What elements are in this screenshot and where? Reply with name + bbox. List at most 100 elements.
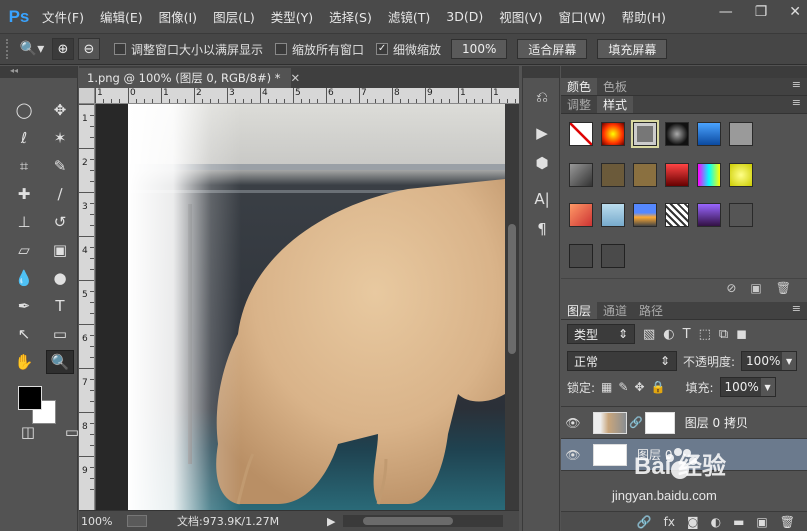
tab-channels[interactable]: 通道 — [597, 302, 634, 319]
lock-all-icon[interactable]: 🔒 — [651, 380, 666, 394]
style-swatch[interactable] — [665, 162, 689, 187]
eyedropper-icon[interactable]: ✎ — [46, 154, 74, 178]
opacity-field[interactable]: 100% ▼ — [741, 351, 798, 371]
fit-screen-button[interactable]: 适合屏幕 — [517, 39, 588, 59]
delete-layer-icon[interactable]: 🗑 — [780, 515, 795, 529]
style-none-swatch[interactable] — [569, 122, 593, 146]
collapse-icon[interactable] — [523, 66, 559, 78]
quick-mask-icon[interactable]: ◫ — [14, 420, 42, 444]
lock-pixels-icon[interactable]: ✎ — [618, 380, 628, 394]
ruler-origin[interactable] — [79, 88, 95, 104]
scrubby-zoom-checkbox[interactable]: ✓ 细微缩放 — [376, 41, 441, 58]
style-swatch[interactable] — [601, 243, 625, 268]
menu-edit[interactable]: 编辑(E) — [92, 7, 151, 26]
pen-tool-icon[interactable]: ✒ — [10, 294, 38, 318]
new-style-icon[interactable]: ▣ — [750, 281, 761, 295]
delete-style-icon[interactable]: 🗑 — [776, 281, 791, 295]
actions-play-icon[interactable]: ▶ — [527, 122, 557, 144]
3d-icon[interactable]: ⬢ — [527, 152, 557, 174]
healing-brush-icon[interactable]: ✚ — [10, 182, 38, 206]
layer-row[interactable]: 👁 图层 0 — [561, 439, 807, 471]
brush-tool-icon[interactable]: ∕ — [46, 182, 74, 206]
layer-kind-select[interactable]: 类型 ⇕ — [567, 324, 635, 344]
zoom-out-icon[interactable]: ⊖ — [78, 38, 100, 60]
menu-filter[interactable]: 滤镜(T) — [380, 7, 438, 26]
menu-3d[interactable]: 3D(D) — [438, 9, 491, 24]
visibility-eye-icon[interactable]: 👁 — [561, 416, 585, 430]
menu-layer[interactable]: 图层(L) — [205, 7, 263, 26]
style-swatch[interactable] — [631, 120, 659, 148]
style-swatch[interactable] — [665, 203, 689, 227]
tab-color[interactable]: 颜色 — [561, 78, 598, 95]
close-button[interactable]: ✕ — [789, 4, 801, 20]
link-layers-icon[interactable]: 🔗 — [637, 515, 652, 529]
dodge-tool-icon[interactable]: ● — [46, 266, 74, 290]
move-tool-icon[interactable]: ✥ — [46, 98, 74, 122]
menu-image[interactable]: 图像(I) — [151, 7, 205, 26]
zoom-tool-icon[interactable]: 🔍 — [46, 350, 74, 374]
rectangle-tool-icon[interactable]: ▭ — [46, 322, 74, 346]
path-select-icon[interactable]: ↖ — [10, 322, 38, 346]
style-swatch[interactable] — [729, 162, 753, 187]
filter-shape-icon[interactable]: ⬚ — [699, 327, 711, 342]
foreground-color-swatch[interactable] — [18, 386, 42, 410]
document-tab[interactable]: 1.png @ 100% (图层 0, RGB/8#) * ✕ — [79, 68, 300, 88]
zoom-all-windows-checkbox[interactable]: 缩放所有窗口 — [275, 41, 364, 58]
style-swatch[interactable] — [569, 203, 593, 227]
vertical-ruler[interactable]: 1 2 3 4 5 6 7 8 9 — [79, 104, 95, 510]
eraser-tool-icon[interactable]: ▱ — [10, 238, 38, 262]
style-swatch[interactable] — [729, 203, 753, 227]
document-size[interactable]: 文档:973.9K/1.27M — [177, 513, 327, 529]
blend-mode-select[interactable]: 正常 ⇕ — [567, 351, 677, 371]
options-grip[interactable] — [6, 39, 14, 59]
zoom-in-icon[interactable]: ⊕ — [52, 38, 74, 60]
link-chain-icon[interactable]: 🔗 — [629, 416, 643, 429]
magic-wand-icon[interactable]: ✶ — [46, 126, 74, 150]
crop-tool-icon[interactable]: ⌗ — [10, 154, 38, 178]
fill-field[interactable]: 100% ▼ — [719, 377, 776, 397]
panel-menu-icon[interactable]: ≡ — [792, 78, 807, 95]
type-tool-icon[interactable]: T — [46, 294, 74, 318]
lasso-tool-icon[interactable]: ℓ — [10, 126, 38, 150]
horizontal-scrollbar[interactable] — [343, 515, 503, 527]
style-swatch[interactable] — [633, 162, 657, 187]
filter-adjustment-icon[interactable]: ◐ — [663, 327, 674, 342]
layer-row[interactable]: 👁 🔗 图层 0 拷贝 — [561, 407, 807, 439]
close-tab-icon[interactable]: ✕ — [290, 71, 300, 85]
style-swatch[interactable] — [601, 203, 625, 227]
minimize-button[interactable]: — — [719, 4, 733, 20]
layer-mask-thumbnail[interactable] — [644, 411, 675, 434]
menu-select[interactable]: 选择(S) — [321, 7, 380, 26]
zoom-100-button[interactable]: 100% — [451, 39, 508, 59]
new-group-icon[interactable]: ▬ — [733, 515, 744, 529]
lock-transparent-icon[interactable]: ▦ — [601, 380, 612, 394]
tab-swatches[interactable]: 色板 — [597, 78, 634, 95]
horizontal-ruler[interactable]: 1 0 1 2 3 4 5 6 7 8 9 1 1 — [95, 88, 519, 104]
clone-stamp-icon[interactable]: ⊥ — [10, 210, 38, 234]
menu-type[interactable]: 类型(Y) — [263, 7, 321, 26]
panel-menu-icon[interactable]: ≡ — [792, 96, 807, 113]
paragraph-icon[interactable]: ¶ — [527, 218, 557, 240]
style-swatch[interactable] — [697, 162, 721, 187]
horizontal-scroll-thumb[interactable] — [363, 517, 454, 525]
zoom-level[interactable]: 100% — [79, 515, 127, 528]
style-swatch[interactable] — [569, 162, 593, 187]
layer-name[interactable]: 图层 0 — [637, 446, 672, 463]
clear-style-icon[interactable]: ⊘ — [726, 281, 736, 295]
canvas-area[interactable] — [96, 104, 505, 510]
tab-paths[interactable]: 路径 — [633, 302, 670, 319]
style-swatch[interactable] — [601, 162, 625, 187]
style-swatch[interactable] — [569, 243, 593, 268]
zoom-tool-preset-icon[interactable]: 🔍▾ — [14, 41, 50, 57]
filter-toggle-icon[interactable]: ◼ — [736, 327, 747, 342]
style-swatch[interactable] — [729, 122, 753, 146]
tab-layers[interactable]: 图层 — [561, 302, 598, 319]
adjustment-layer-icon[interactable]: ◐ — [711, 515, 721, 529]
vertical-scrollbar[interactable] — [505, 104, 519, 510]
vertical-scroll-thumb[interactable] — [508, 224, 516, 354]
new-layer-icon[interactable]: ▣ — [756, 515, 767, 529]
status-arrow-icon[interactable]: ▶ — [327, 515, 335, 528]
style-swatch[interactable] — [697, 122, 721, 146]
history-icon[interactable]: ⎌ — [527, 86, 557, 108]
collapse-icon[interactable] — [561, 66, 807, 78]
